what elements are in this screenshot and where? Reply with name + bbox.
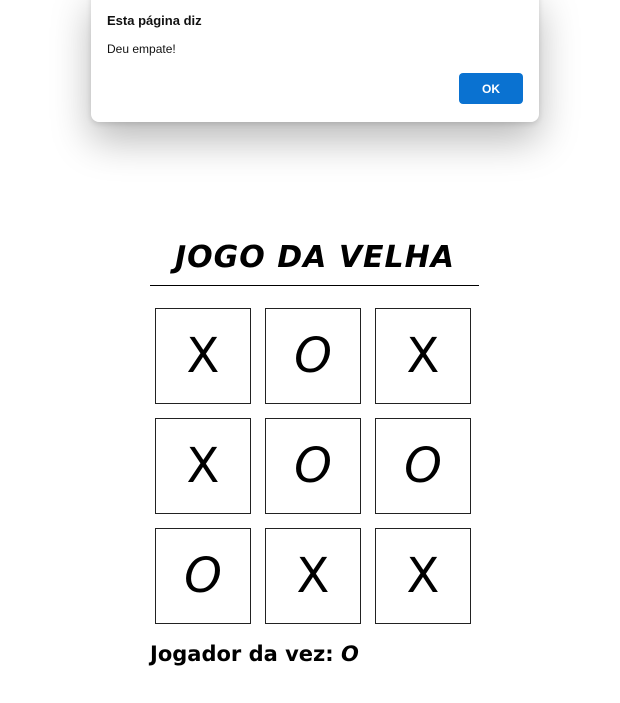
tic-tac-toe-game: JOGO DA VELHA X O X X O O O X X Jogador …	[150, 238, 480, 666]
dialog-message: Deu empate!	[107, 42, 176, 56]
turn-status-label: Jogador da vez:	[150, 642, 334, 666]
board-cell-5[interactable]: O	[265, 418, 361, 514]
board-cell-8[interactable]: X	[265, 528, 361, 624]
board-cell-9[interactable]: X	[375, 528, 471, 624]
title-divider	[150, 285, 479, 286]
board-cell-3[interactable]: X	[375, 308, 471, 404]
board-cell-7[interactable]: O	[155, 528, 251, 624]
board-cell-4[interactable]: X	[155, 418, 251, 514]
board-cell-2[interactable]: O	[265, 308, 361, 404]
current-player: O	[340, 642, 359, 666]
board-cell-1[interactable]: X	[155, 308, 251, 404]
game-board: X O X X O O O X X	[155, 308, 475, 628]
board-cell-6[interactable]: O	[375, 418, 471, 514]
dialog-title: Esta página diz	[107, 13, 202, 28]
game-title: JOGO DA VELHA	[175, 240, 455, 275]
alert-dialog: Esta página diz Deu empate! OK	[91, 0, 539, 122]
turn-status: Jogador da vez: O	[150, 642, 359, 666]
ok-button[interactable]: OK	[459, 73, 523, 104]
page: JOGO DA VELHA X O X X O O O X X Jogador …	[0, 0, 620, 703]
